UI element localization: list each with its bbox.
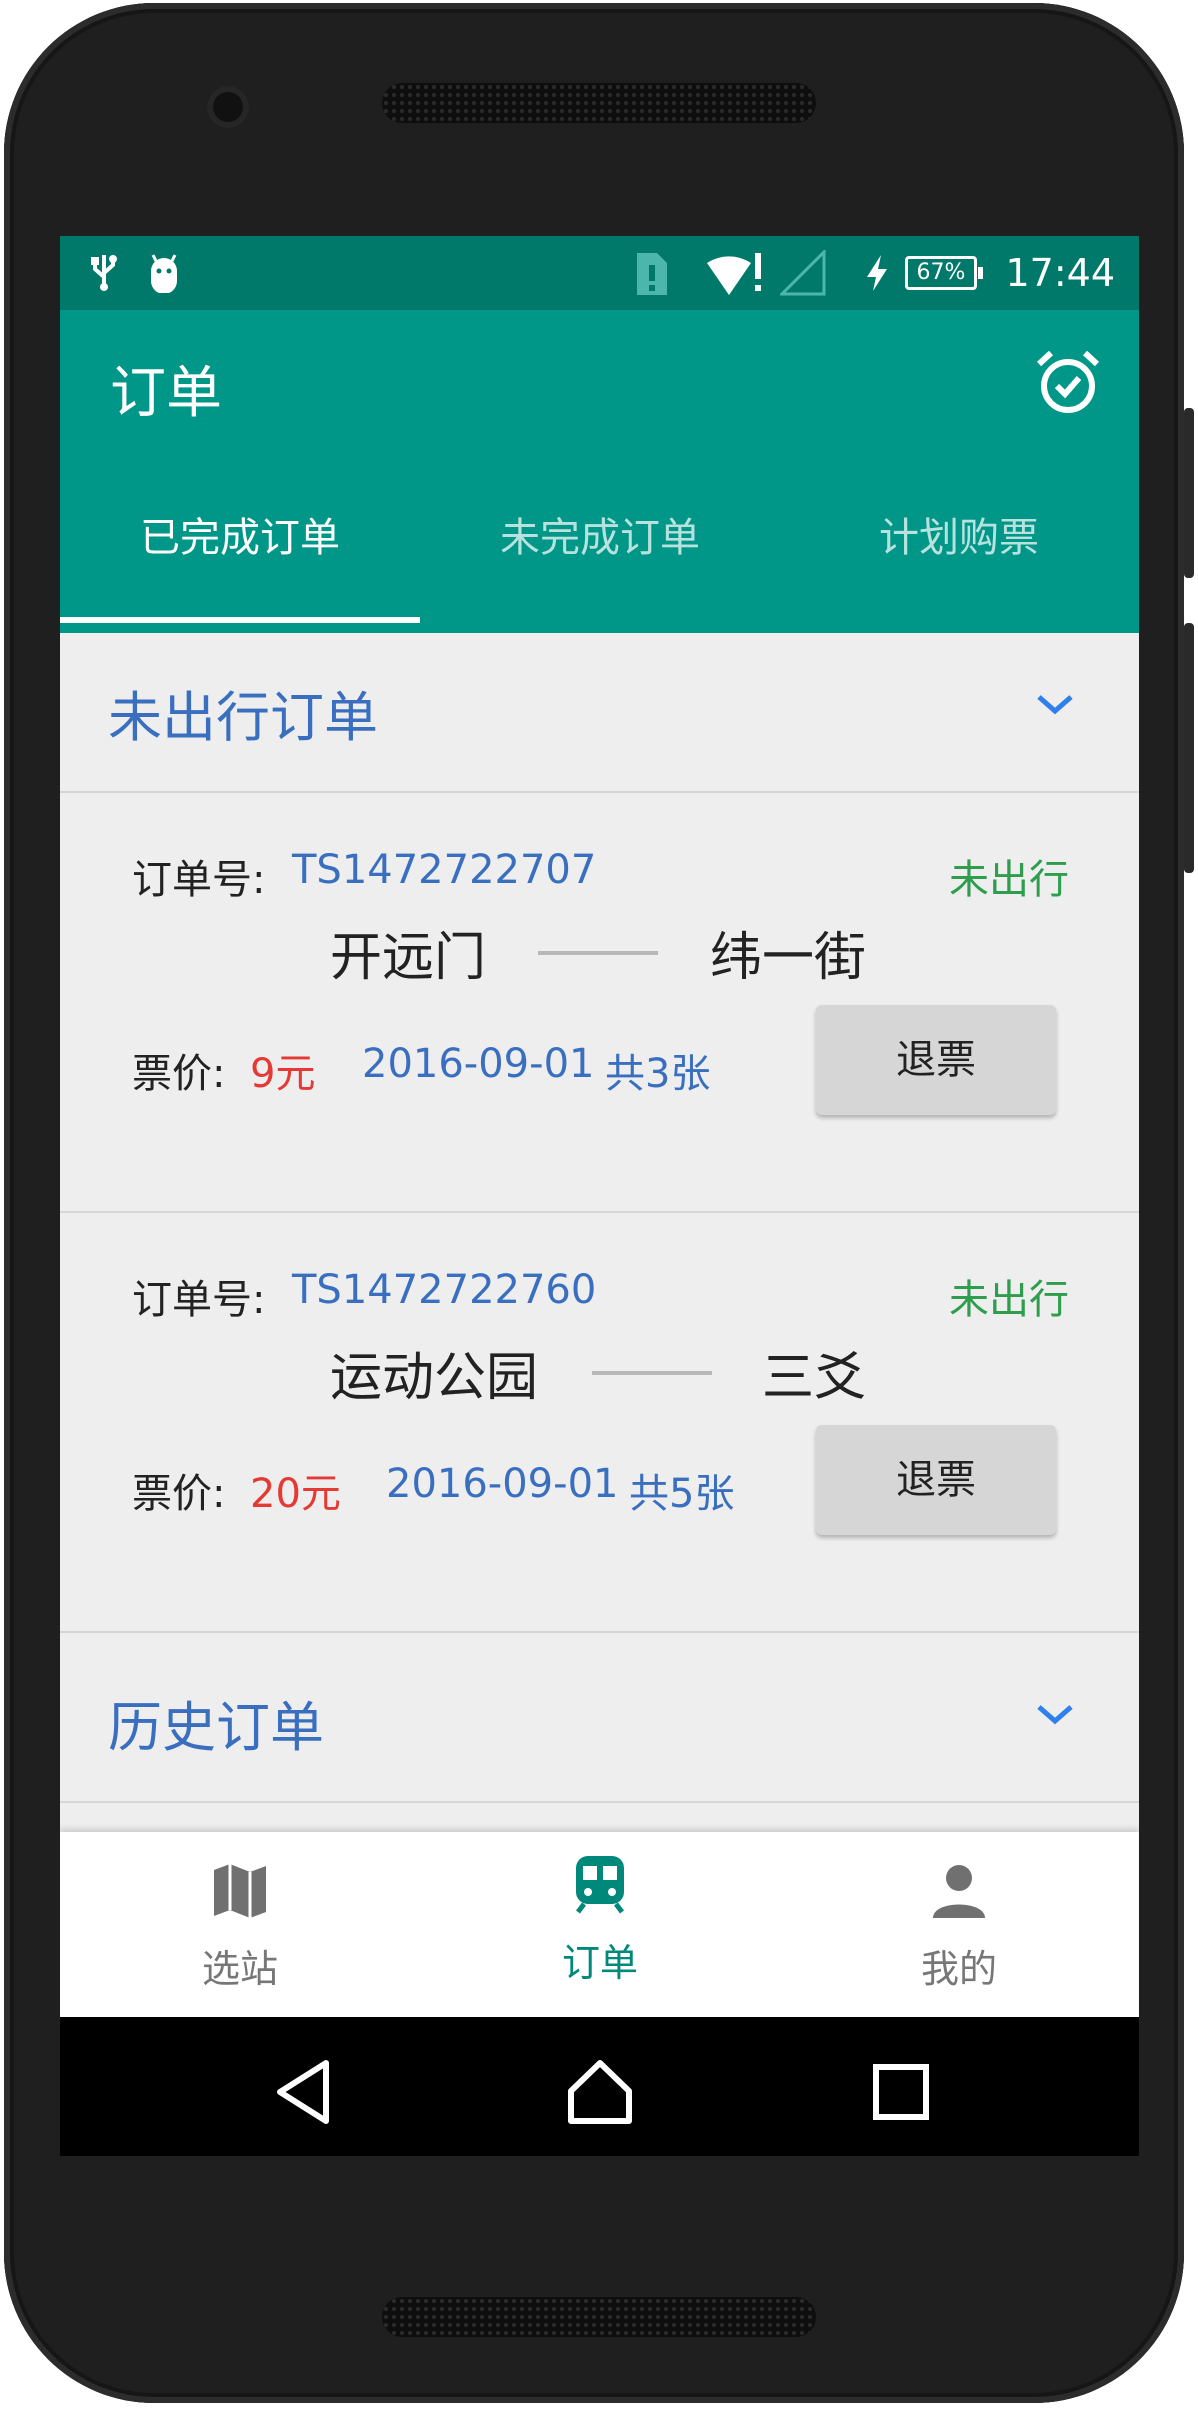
wifi-icon	[704, 246, 764, 300]
bottom-speaker	[382, 2297, 816, 2337]
order-number: TS1472722707	[292, 847, 597, 893]
person-icon	[929, 1860, 989, 1922]
travel-date: 2016-09-01	[362, 1041, 595, 1087]
nav-label: 订单	[561, 1941, 638, 1985]
charging-icon	[862, 246, 892, 300]
nav-item-orders[interactable]: 订单	[420, 1832, 780, 2017]
alarm-check-icon[interactable]	[1033, 348, 1103, 418]
section-upcoming[interactable]: 未出行订单	[60, 623, 1139, 793]
nav-item-profile[interactable]: 我的	[779, 1832, 1139, 2017]
travel-date: 2016-09-01	[386, 1461, 619, 1507]
chevron-down-icon	[1031, 1695, 1079, 1735]
route-line	[538, 951, 658, 955]
phone-frame: 67% 17:44 订单 已完成订单 未完成订单 计划购票 未出行订单 订单号:…	[4, 3, 1194, 2403]
app-bar: 订单	[60, 310, 1139, 458]
tab-incomplete[interactable]: 未完成订单	[420, 448, 780, 628]
front-camera	[207, 86, 249, 128]
home-icon[interactable]	[565, 2057, 635, 2127]
train-icon	[570, 1852, 630, 1914]
nav-label: 我的	[920, 1947, 997, 1991]
section-history[interactable]: 历史订单	[60, 1633, 1139, 1803]
sim-alert-icon	[632, 246, 672, 300]
nav-label: 选站	[201, 1947, 278, 1991]
refund-button[interactable]: 退票	[816, 1005, 1056, 1115]
signal-icon	[778, 246, 828, 300]
usb-icon	[84, 246, 124, 300]
order-number: TS1472722760	[292, 1267, 597, 1313]
route-line	[592, 1371, 712, 1375]
map-icon	[210, 1860, 270, 1922]
power-button	[1184, 623, 1194, 873]
tab-planned[interactable]: 计划购票	[779, 448, 1139, 628]
section-title: 未出行订单	[108, 686, 378, 749]
order-status: 未出行	[949, 857, 1069, 903]
ticket-count: 共3张	[605, 1051, 711, 1097]
screen: 67% 17:44 订单 已完成订单 未完成订单 计划购票 未出行订单 订单号:…	[60, 236, 1139, 2156]
price-label: 票价:	[132, 1471, 226, 1517]
order-number-label: 订单号:	[132, 857, 266, 903]
tab-bar: 已完成订单 未完成订单 计划购票	[60, 458, 1139, 633]
order-status: 未出行	[949, 1277, 1069, 1323]
back-icon[interactable]	[272, 2057, 342, 2127]
clock: 17:44	[1005, 251, 1115, 295]
tab-completed[interactable]: 已完成订单	[60, 448, 420, 628]
refund-button[interactable]: 退票	[816, 1425, 1056, 1535]
status-bar: 67% 17:44	[60, 236, 1139, 310]
ticket-count: 共5张	[629, 1471, 735, 1517]
station-from: 运动公园	[330, 1348, 539, 1408]
price-label: 票价:	[132, 1051, 226, 1097]
ticket-price: 9元	[250, 1051, 316, 1097]
order-card: 订单号: TS1472722707 未出行 开远门 纬一街 票价: 9元 201…	[60, 793, 1139, 1213]
bottom-navigation: 选站 订单 我的	[60, 1832, 1139, 2017]
station-to: 三爻	[762, 1348, 867, 1408]
system-navigation-bar	[60, 2017, 1139, 2156]
nav-item-stations[interactable]: 选站	[60, 1832, 420, 2017]
section-title: 历史订单	[108, 1696, 324, 1759]
volume-button	[1184, 408, 1194, 578]
order-card: 订单号: TS1472722760 未出行 运动公园 三爻 票价: 20元 20…	[60, 1213, 1139, 1633]
ticket-price: 20元	[250, 1471, 341, 1517]
top-speaker	[382, 83, 816, 123]
station-to: 纬一街	[710, 928, 867, 988]
chevron-down-icon	[1031, 685, 1079, 725]
station-from: 开远门	[330, 928, 487, 988]
recents-icon[interactable]	[866, 2057, 936, 2127]
order-number-label: 订单号:	[132, 1277, 266, 1323]
android-debug-icon	[144, 246, 184, 300]
battery-icon: 67%	[905, 256, 983, 290]
page-title: 订单	[110, 361, 222, 426]
